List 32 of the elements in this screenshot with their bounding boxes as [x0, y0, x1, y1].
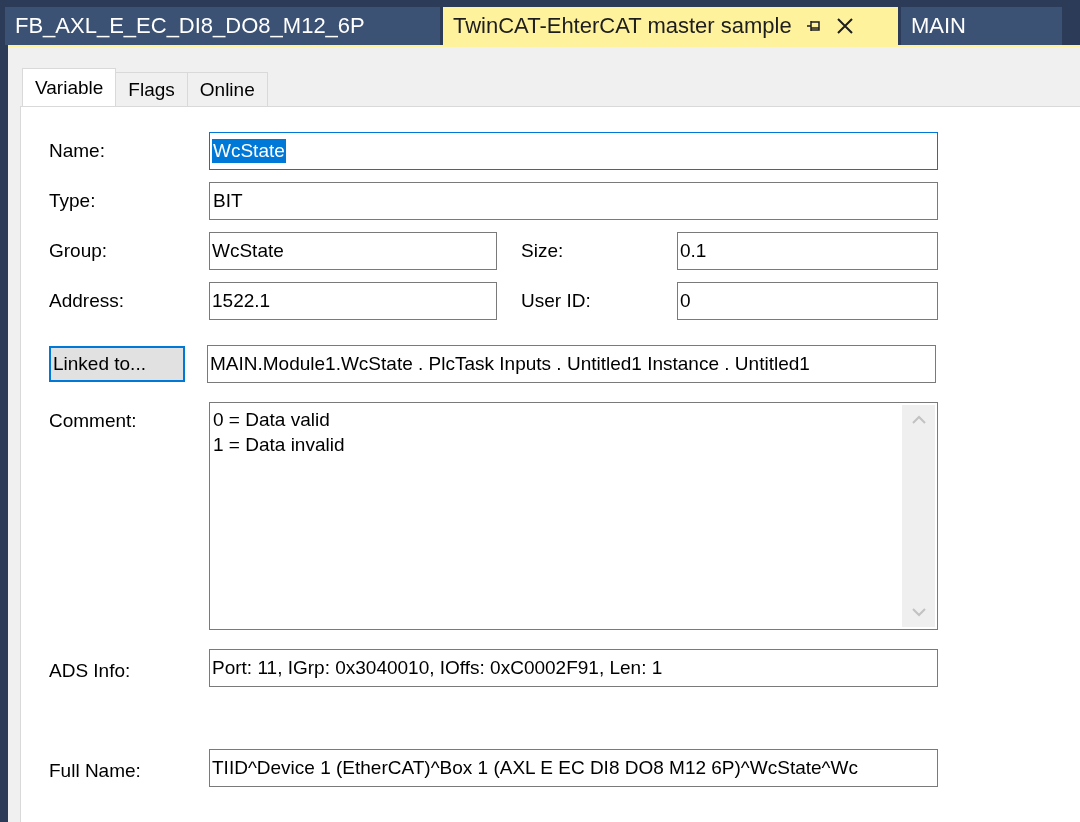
field-label: Full Name:: [49, 760, 142, 782]
comment-field[interactable]: 0 = Data valid 1 = Data invalid: [209, 402, 938, 630]
pin-icon[interactable]: [805, 18, 822, 34]
text-field[interactable]: MAIN.Module1.WcState . PlcTask Inputs . Untitled1 Instance . Untitled1: [207, 345, 936, 383]
text-field[interactable]: BIT: [209, 182, 938, 220]
scroll-down-icon[interactable]: [911, 608, 926, 617]
text-field[interactable]: WcState: [209, 232, 497, 270]
field-label: Type:: [49, 190, 97, 212]
close-icon[interactable]: [835, 17, 854, 35]
text-field[interactable]: 0.1: [677, 232, 938, 270]
field-label: Name:: [49, 140, 106, 162]
tab[interactable]: Variable: [22, 68, 117, 106]
field-label: Address:: [49, 290, 125, 312]
document-tab[interactable]: MAIN: [901, 7, 1062, 45]
text-field[interactable]: Port: 11, IGrp: 0x3040010, IOffs: 0xC0002F91, Len: 1: [209, 649, 938, 687]
field-label: Group:: [49, 240, 109, 262]
comment-line: 1 = Data invalid: [213, 433, 346, 457]
tab[interactable]: Online: [186, 72, 268, 106]
field-label: ADS Info:: [49, 660, 132, 682]
comment-line: 0 = Data valid: [213, 408, 331, 432]
scrollbar[interactable]: [902, 405, 935, 627]
text-field[interactable]: WcState: [209, 132, 938, 170]
document-tab[interactable]: TwinCAT-EhterCAT master sample: [443, 7, 898, 45]
document-tab[interactable]: FB_AXL_E_EC_DI8_DO8_M12_6P: [5, 7, 440, 45]
linked-to-button[interactable]: Linked to...: [49, 346, 185, 382]
text-field[interactable]: 0: [677, 282, 938, 320]
text-field[interactable]: TIID^Device 1 (EtherCAT)^Box 1 (AXL E EC DI8 DO8 M12 6P)^WcState^Wc: [209, 749, 938, 787]
text-field[interactable]: 1522.1: [209, 282, 497, 320]
field-label: Comment:: [49, 410, 138, 432]
field-label: Size:: [521, 240, 565, 262]
field-label: User ID:: [521, 290, 592, 312]
scroll-up-icon[interactable]: [911, 415, 926, 424]
